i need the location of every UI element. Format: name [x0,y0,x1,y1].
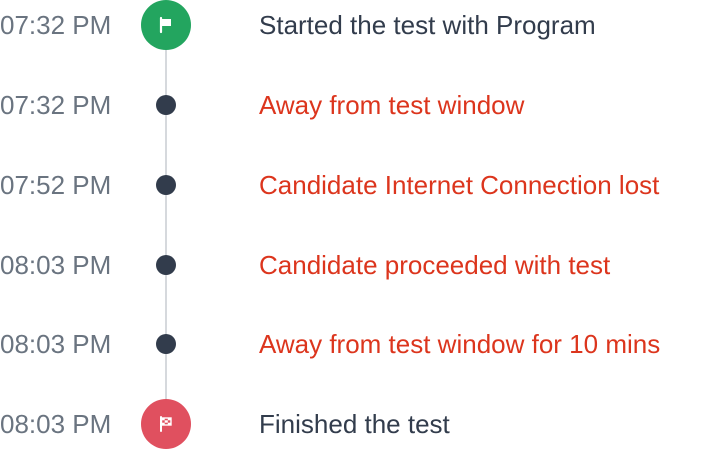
event-label: Candidate proceeded with test [259,250,611,280]
event-label: Candidate Internet Connection lost [259,170,660,200]
event-time: 08:03 PM [0,329,112,359]
event-time: 07:32 PM [0,10,112,40]
event-time: 07:32 PM [0,90,112,120]
event-time: 08:03 PM [0,409,112,439]
event-label: Finished the test [259,409,450,439]
event-label: Away from test window [259,90,525,120]
checkered-flag-icon [141,399,191,449]
event-label: Away from test window for 10 mins [259,329,661,359]
timeline-row: 07:52 PM Candidate Internet Connection l… [0,160,714,210]
event-time: 07:52 PM [0,170,112,200]
dot-icon [156,95,176,115]
dot-icon [156,255,176,275]
timeline-row: 07:32 PM Away from test window [0,80,714,130]
flag-icon [141,0,191,50]
timeline-row: 08:03 PM Finished the test [0,399,714,449]
event-time: 08:03 PM [0,250,112,280]
timeline-row: 07:32 PM Started the test with Program [0,0,714,50]
timeline-row: 08:03 PM Away from test window for 10 mi… [0,319,714,369]
event-label: Started the test with Program [259,10,596,40]
timeline-row: 08:03 PM Candidate proceeded with test [0,240,714,290]
activity-timeline: 07:32 PM Started the test with Program 0… [0,0,714,451]
dot-icon [156,334,176,354]
dot-icon [156,175,176,195]
